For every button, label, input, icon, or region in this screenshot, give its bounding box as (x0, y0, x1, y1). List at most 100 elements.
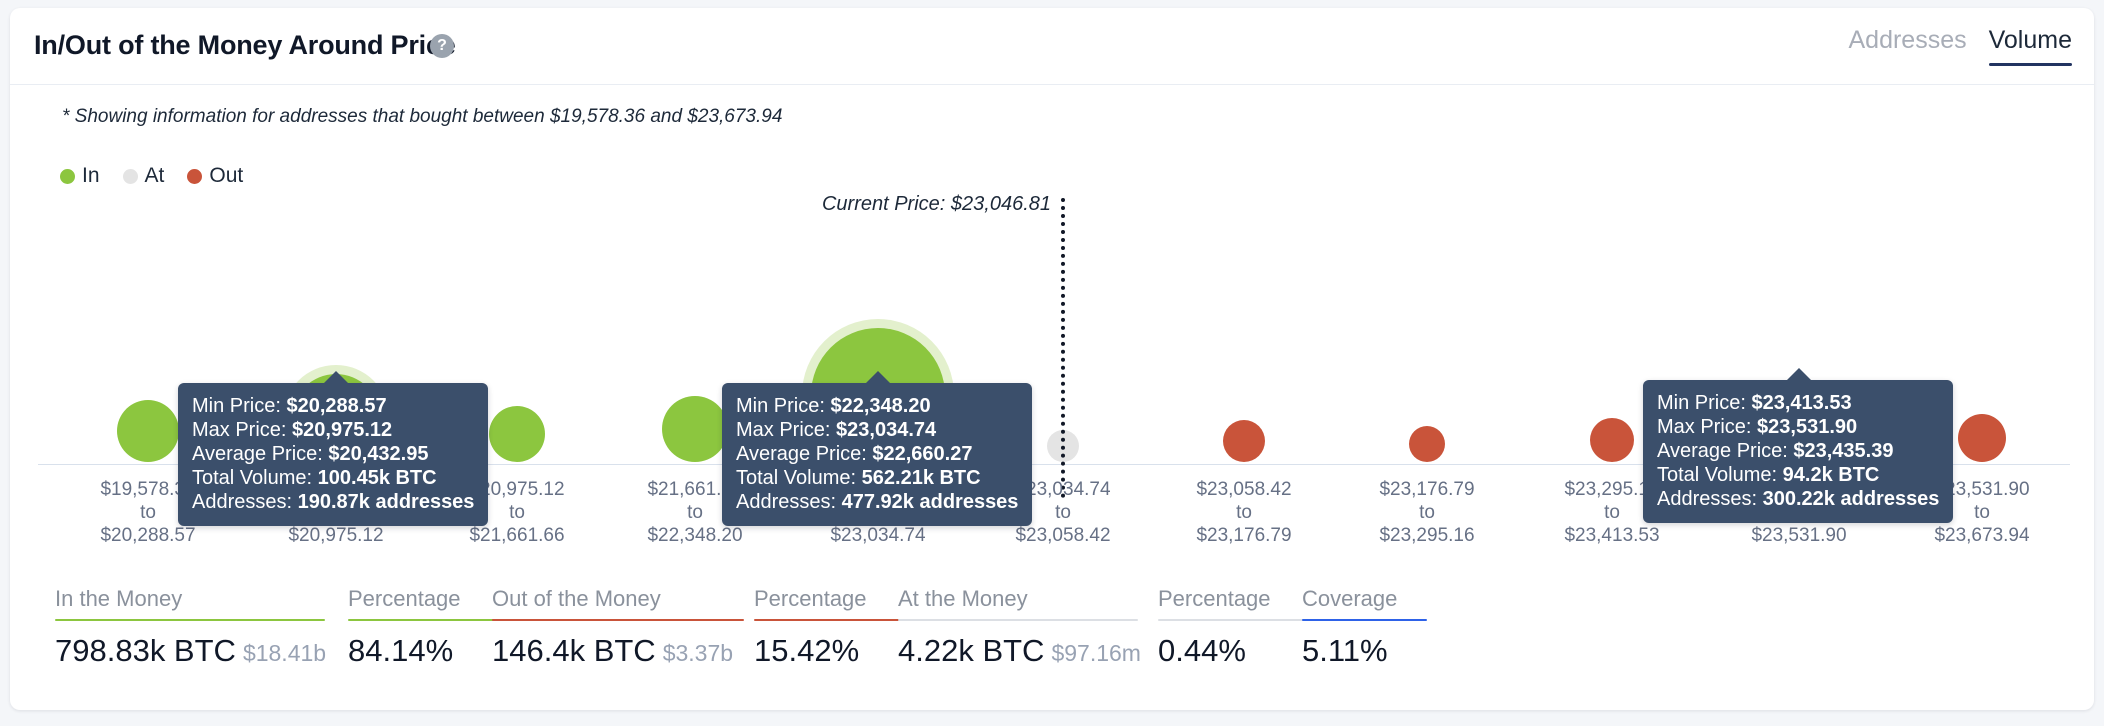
tab-volume[interactable]: Volume (1988, 26, 2073, 66)
tab-bar: Addresses Volume (1848, 26, 2073, 66)
tooltip-row: Addresses: 190.87k addresses (192, 490, 474, 514)
metrics-row: In the Money 798.83k BTC $18.41b Percentage… (10, 586, 2094, 696)
tooltip-row-label: Max Price: (736, 419, 831, 441)
metric-underline (1158, 619, 1313, 621)
tooltip-row: Max Price: $23,034.74 (736, 418, 1018, 442)
tooltip-row-label: Min Price: (1657, 392, 1746, 414)
tooltip-row: Average Price: $22,660.27 (736, 442, 1018, 466)
tooltip-row-label: Max Price: (192, 419, 287, 441)
tooltip-row-label: Min Price: (192, 395, 281, 417)
info-note: * Showing information for addresses that… (62, 106, 783, 127)
range-to: $23,058.42 (1015, 525, 1111, 546)
tooltip-row-label: Max Price: (1657, 416, 1752, 438)
metric-label: Percentage (754, 586, 867, 611)
legend-item-at[interactable]: At (122, 164, 165, 188)
metric-label: Percentage (348, 586, 461, 611)
tooltip-row: Min Price: $23,413.53 (1657, 391, 1939, 415)
tooltip-bucket-4: Min Price: $22,348.20 Max Price: $23,034.… (722, 371, 1033, 526)
range-separator: to (1419, 502, 1435, 523)
legend-at-dot-icon (122, 168, 138, 184)
metric-value-row: 4.22k BTC $97.16m (898, 633, 1141, 669)
x-axis-label-6: $23,058.42 to $23,176.79 (1196, 478, 1291, 547)
bubble-out-7[interactable] (1409, 426, 1445, 462)
legend-item-in[interactable]: In (60, 164, 100, 188)
tooltip-row-label: Addresses: (736, 491, 837, 513)
legend-item-out[interactable]: Out (187, 164, 243, 188)
bubble-out-10[interactable] (1958, 414, 2006, 462)
range-to: $23,295.16 (1379, 525, 1475, 546)
legend-label: Out (209, 164, 244, 187)
metric-underline (348, 619, 503, 621)
in-out-of-money-card: In/Out of the Money Around Price ? Addre… (10, 8, 2094, 710)
metric-label: Percentage (1158, 586, 1271, 611)
tooltip-row-label: Total Volume: (736, 467, 857, 489)
metric-value-row: 15.42% (754, 633, 909, 669)
metric-value: 5.11% (1302, 633, 1388, 668)
metric-out-of-the-money-percentage: Percentage 15.42% (754, 586, 909, 669)
bubble-out-6[interactable] (1223, 420, 1265, 462)
tooltip-row-value: 100.45k BTC (317, 467, 437, 489)
bubble-out-8[interactable] (1590, 418, 1634, 462)
range-separator: to (1236, 502, 1252, 523)
tab-addresses[interactable]: Addresses (1848, 26, 1966, 66)
tooltip-bucket-9: Min Price: $23,413.53 Max Price: $23,531.… (1643, 368, 1954, 523)
metric-value-row: 146.4k BTC $3.37b (492, 633, 744, 669)
tooltip-arrow (865, 371, 891, 384)
current-price-line (1061, 198, 1065, 498)
tooltip-row-label: Total Volume: (1657, 464, 1778, 486)
bubble-in-3[interactable] (662, 396, 728, 462)
metric-underline (492, 619, 744, 621)
bubble-in-0[interactable] (117, 400, 179, 462)
metric-underline (1302, 619, 1427, 621)
range-to: $23,034.74 (830, 525, 926, 546)
card-header: In/Out of the Money Around Price ? Addre… (10, 8, 2094, 85)
metric-label: Coverage (1302, 586, 1398, 611)
metric-at-the-money-percentage: Percentage 0.44% (1158, 586, 1313, 669)
tooltip-arrow (323, 371, 349, 384)
tooltip-row-value: $20,288.57 (286, 395, 387, 417)
metric-value-row: 84.14% (348, 633, 503, 669)
metric-value: 84.14% (348, 633, 454, 668)
metric-in-the-money-percentage: Percentage 84.14% (348, 586, 503, 669)
range-to: $23,673.94 (1934, 525, 2030, 546)
screenshot-root: In/Out of the Money Around Price ? Addre… (0, 0, 2104, 726)
metric-in-the-money: In the Money 798.83k BTC $18.41b (55, 586, 327, 669)
legend-label: In (82, 164, 100, 187)
metric-value-row: 5.11% (1302, 633, 1427, 669)
metric-value-row: 0.44% (1158, 633, 1313, 669)
metric-out-of-the-money: Out of the Money 146.4k BTC $3.37b (492, 586, 744, 669)
metric-value: 15.42% (754, 633, 860, 668)
metric-value-row: 798.83k BTC $18.41b (55, 633, 327, 669)
metric-value: 146.4k BTC (492, 633, 656, 668)
range-to: $23,531.90 (1751, 525, 1847, 546)
tooltip-row: Max Price: $20,975.12 (192, 418, 474, 442)
tooltip-row-value: $22,348.20 (830, 395, 931, 417)
metric-subvalue: $18.41b (242, 640, 327, 666)
legend-in-dot-icon (60, 168, 75, 184)
legend-label: At (144, 164, 165, 187)
tooltip-row-value: $22,660.27 (872, 443, 973, 465)
range-to: $20,975.12 (288, 525, 384, 546)
tooltip-row-value: 94.2k BTC (1782, 464, 1880, 486)
tooltip-row-label: Average Price: (1657, 440, 1788, 462)
tooltip-bucket-1: Min Price: $20,288.57 Max Price: $20,975.… (178, 371, 489, 526)
tooltip-row-label: Addresses: (192, 491, 293, 513)
tooltip-row-value: 190.87k addresses (297, 491, 475, 513)
range-from: $23,176.79 (1379, 479, 1475, 500)
x-axis-label-7: $23,176.79 to $23,295.16 (1379, 478, 1474, 547)
page-title: In/Out of the Money Around Price (34, 30, 456, 60)
bubble-in-2[interactable] (489, 406, 545, 462)
metric-value: 4.22k BTC (898, 633, 1045, 668)
legend: In At Out (60, 164, 256, 188)
metric-subvalue: $97.16m (1051, 640, 1141, 666)
current-price-label: Current Price: $23,046.81 (821, 193, 1051, 215)
tooltip-row-value: $23,034.74 (836, 419, 937, 441)
tooltip-arrow (1786, 368, 1812, 381)
metric-label: In the Money (55, 586, 183, 611)
question-mark-circle-icon[interactable]: ? (430, 34, 454, 58)
range-to: $20,288.57 (100, 525, 196, 546)
metric-label: Out of the Money (492, 586, 661, 611)
range-to: $22,348.20 (647, 525, 743, 546)
tooltip-row: Min Price: $20,288.57 (192, 394, 474, 418)
tooltip-row-label: Average Price: (736, 443, 867, 465)
